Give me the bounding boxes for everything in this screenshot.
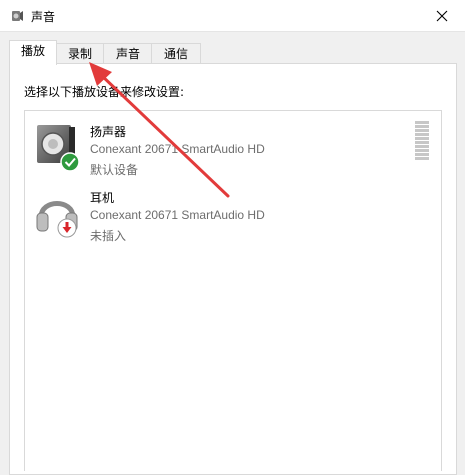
tab-label: 录制 [67, 47, 92, 61]
device-status: 默认设备 [90, 163, 139, 177]
title-bar: 声音 [0, 0, 465, 32]
default-check-icon [60, 152, 80, 172]
tab-recording[interactable]: 录制 [55, 43, 105, 64]
tab-label: 播放 [20, 44, 45, 58]
tab-sounds[interactable]: 声音 [103, 43, 153, 64]
close-icon [436, 10, 448, 21]
window-title: 声音 [31, 10, 56, 24]
headphones-icon [36, 201, 78, 238]
playback-panel: 选择以下播放设备来修改设置: 扬声器 Conexant 20671 SmartA… [9, 63, 457, 475]
device-speaker[interactable]: 扬声器 Conexant 20671 SmartAudio HD 默认设备 [33, 121, 413, 181]
device-name: 扬声器 [90, 125, 127, 139]
tab-communications[interactable]: 通信 [151, 43, 201, 64]
device-list[interactable]: 扬声器 Conexant 20671 SmartAudio HD 默认设备 耳机… [24, 110, 442, 471]
tab-label: 声音 [115, 47, 140, 61]
device-description: Conexant 20671 SmartAudio HD [90, 142, 265, 156]
instruction-text: 选择以下播放设备来修改设置: [24, 85, 185, 99]
close-button[interactable] [419, 0, 465, 31]
unplugged-arrow-icon [57, 218, 77, 238]
tab-label: 通信 [163, 47, 188, 61]
sound-app-icon [12, 11, 23, 21]
tab-playback[interactable]: 播放 [9, 40, 57, 65]
device-headphones[interactable]: 耳机 Conexant 20671 SmartAudio HD 未插入 [33, 187, 413, 247]
speaker-icon [37, 125, 80, 172]
device-description: Conexant 20671 SmartAudio HD [90, 208, 265, 222]
device-status: 未插入 [90, 229, 127, 243]
device-name: 耳机 [90, 191, 115, 205]
volume-level-meter [415, 121, 431, 161]
